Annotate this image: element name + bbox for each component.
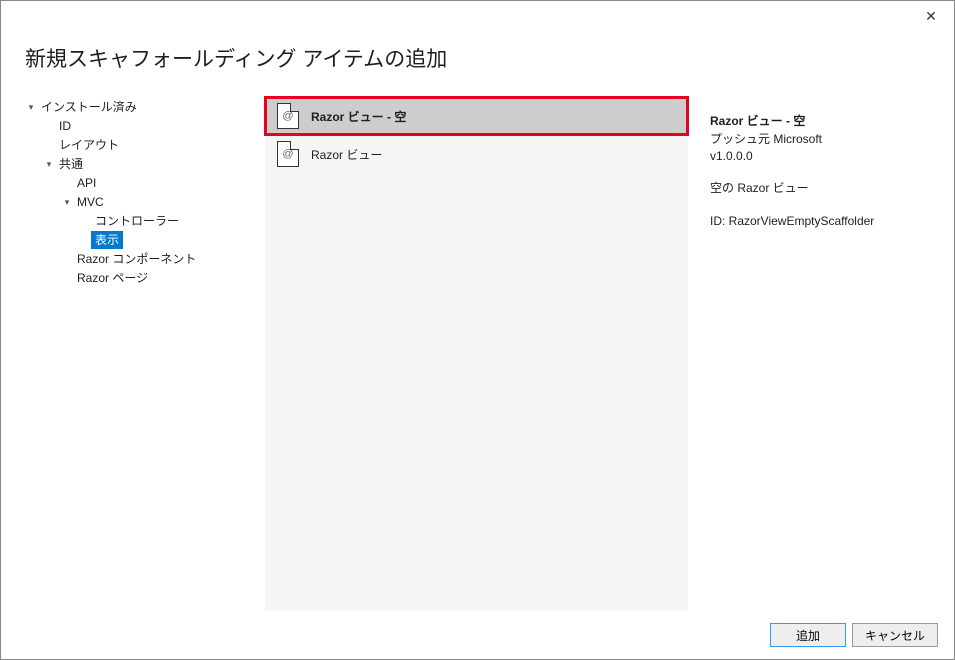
close-button[interactable]: ✕ [916,5,946,27]
tree-item-label: ID [55,117,75,135]
tree-item[interactable]: ▾インストール済み [25,97,265,116]
tree-item-label: コントローラー [91,212,183,230]
tree-item-label: Razor ページ [73,269,152,287]
chevron-down-icon: ▾ [61,193,73,211]
tree-item-label: API [73,174,100,192]
list-item-label: Razor ビュー - 空 [311,108,406,125]
list-item[interactable]: @ Razor ビュー [265,135,688,173]
tree-item[interactable]: ▸レイアウト [25,135,265,154]
detail-publisher: プッシュ元 Microsoft [710,131,930,148]
tree-item[interactable]: ▸Razor ページ [25,268,265,287]
chevron-down-icon: ▾ [25,98,37,116]
list-item[interactable]: @ Razor ビュー - 空 [265,97,688,135]
tree-item[interactable]: ▸表示 [25,230,265,249]
tree-item[interactable]: ▸Razor コンポーネント [25,249,265,268]
footer: 追加 キャンセル [1,611,954,659]
dialog-title: 新規スキャフォールディング アイテムの追加 [1,27,954,97]
content-area: ▾インストール済み▸ID▸レイアウト▾共通▸API▾MVC▸コントローラー▸表示… [1,97,954,611]
cancel-button[interactable]: キャンセル [852,623,938,647]
tree-item-label: 表示 [91,231,123,249]
detail-description: 空の Razor ビュー [710,180,930,197]
tree-item[interactable]: ▸API [25,173,265,192]
razor-file-icon: @ [277,103,299,129]
titlebar: ✕ [1,1,954,27]
tree-panel: ▾インストール済み▸ID▸レイアウト▾共通▸API▾MVC▸コントローラー▸表示… [25,97,265,611]
tree-item-label: MVC [73,193,108,211]
razor-file-icon: @ [277,141,299,167]
detail-title: Razor ビュー - 空 [710,113,930,130]
tree-item-label: Razor コンポーネント [73,250,200,268]
tree-item-label: レイアウト [55,136,123,154]
list-item-label: Razor ビュー [311,146,382,163]
detail-panel: Razor ビュー - 空 プッシュ元 Microsoft v1.0.0.0 空… [688,97,938,611]
tree-item[interactable]: ▸コントローラー [25,211,265,230]
tree-item[interactable]: ▾MVC [25,192,265,211]
close-icon: ✕ [925,8,937,25]
chevron-down-icon: ▾ [43,155,55,173]
detail-id: ID: RazorViewEmptyScaffolder [710,213,930,230]
tree-item[interactable]: ▸ID [25,116,265,135]
tree-item-label: インストール済み [37,98,141,116]
detail-version: v1.0.0.0 [710,148,930,165]
tree-item-label: 共通 [55,155,87,173]
list-panel: @ Razor ビュー - 空 @ Razor ビュー [265,97,688,611]
tree-item[interactable]: ▾共通 [25,154,265,173]
add-button[interactable]: 追加 [770,623,846,647]
